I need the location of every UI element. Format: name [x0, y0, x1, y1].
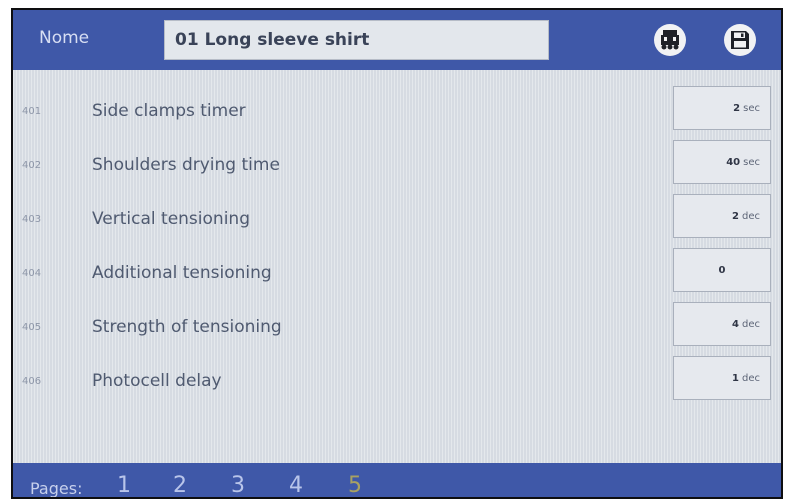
- parameter-value-field[interactable]: 2 sec: [673, 86, 771, 130]
- parameter-unit: sec: [743, 156, 760, 168]
- conveyor-machine-icon: [661, 30, 679, 50]
- name-label: Nome: [39, 28, 90, 48]
- parameter-value-field[interactable]: 2 dec: [673, 194, 771, 238]
- parameter-value-field[interactable]: 4 dec: [673, 302, 771, 346]
- parameter-row-405: 405 Strength of tensioning 4 dec: [13, 302, 781, 361]
- parameter-code: 404: [22, 268, 42, 279]
- parameter-row-402: 402 Shoulders drying time 40 sec: [13, 140, 781, 199]
- pagination-bar: Pages: 1 2 3 4 5: [13, 463, 781, 498]
- save-button[interactable]: [724, 24, 756, 56]
- parameter-code: 406: [22, 376, 42, 387]
- parameter-screen: Nome 01 Long sleeve shirt 401 Side clamp…: [11, 8, 783, 499]
- parameter-row-401: 401 Side clamps timer 2 sec: [13, 86, 781, 145]
- floppy-disk-icon: [731, 31, 749, 49]
- parameter-row-403: 403 Vertical tensioning 2 dec: [13, 194, 781, 253]
- parameter-value: 4: [732, 318, 739, 330]
- parameter-unit: dec: [742, 372, 760, 384]
- parameter-value: 0: [718, 264, 726, 276]
- machine-button[interactable]: [654, 24, 686, 56]
- page-button-4[interactable]: 4: [289, 473, 303, 497]
- parameter-value: 1: [732, 372, 739, 384]
- parameter-label: Strength of tensioning: [92, 317, 282, 337]
- parameter-value: 2: [733, 102, 741, 114]
- parameter-label: Photocell delay: [92, 371, 222, 391]
- parameter-unit: sec: [743, 102, 760, 114]
- parameter-value: 40: [726, 156, 741, 168]
- parameter-list: 401 Side clamps timer 2 sec 402 Shoulder…: [13, 70, 781, 465]
- parameter-code: 403: [22, 214, 42, 225]
- parameter-row-406: 406 Photocell delay 1 dec: [13, 356, 781, 415]
- header-bar: Nome 01 Long sleeve shirt: [13, 10, 781, 70]
- parameter-value-field[interactable]: 40 sec: [673, 140, 771, 184]
- page-button-3[interactable]: 3: [231, 473, 245, 497]
- page-button-5[interactable]: 5: [348, 473, 362, 497]
- parameter-label: Additional tensioning: [92, 263, 272, 283]
- parameter-code: 401: [22, 106, 42, 117]
- parameter-label: Shoulders drying time: [92, 155, 280, 175]
- page-button-2[interactable]: 2: [173, 473, 187, 497]
- page-button-1[interactable]: 1: [117, 473, 131, 497]
- parameter-row-404: 404 Additional tensioning 0: [13, 248, 781, 307]
- parameter-label: Vertical tensioning: [92, 209, 250, 229]
- parameter-code: 405: [22, 322, 42, 333]
- parameter-unit: dec: [742, 210, 760, 222]
- parameter-label: Side clamps timer: [92, 101, 246, 121]
- parameter-unit: dec: [742, 318, 760, 330]
- parameter-code: 402: [22, 160, 42, 171]
- parameter-value-field[interactable]: 0: [673, 248, 771, 292]
- program-name-field[interactable]: 01 Long sleeve shirt: [164, 20, 549, 60]
- parameter-value: 2: [732, 210, 739, 222]
- pages-label: Pages:: [30, 479, 83, 498]
- parameter-value-field[interactable]: 1 dec: [673, 356, 771, 400]
